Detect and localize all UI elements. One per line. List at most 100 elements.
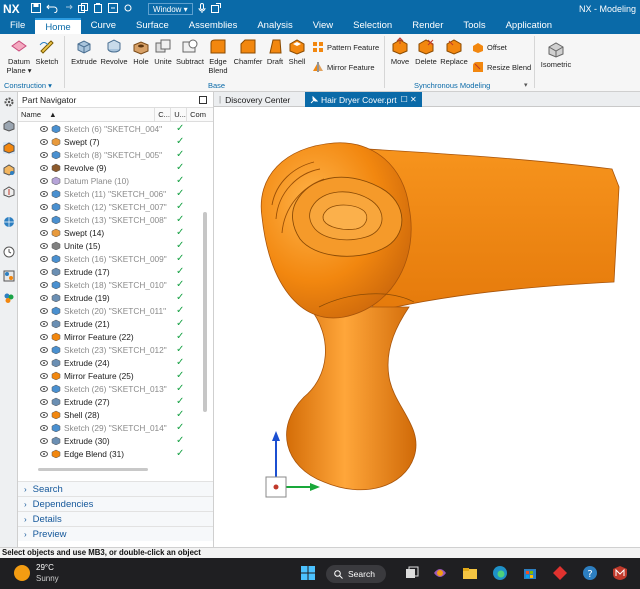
group-expand-arrow-icon[interactable]: ▾ (524, 81, 528, 89)
column-header-comment[interactable]: Com (187, 108, 213, 121)
web-browser-icon[interactable] (3, 216, 15, 228)
chamfer-button[interactable]: Chamfer (232, 37, 264, 66)
visibility-eye-icon[interactable] (40, 268, 48, 275)
touch-mode-icon[interactable] (123, 3, 133, 15)
datum-plane-button[interactable]: Datum Plane ▾ (4, 37, 34, 75)
feature-row[interactable]: Extrude (30) ✓ (18, 434, 208, 447)
feature-row[interactable]: Extrude (17) ✓ (18, 265, 208, 278)
popout-icon[interactable] (210, 2, 221, 15)
move-face-button[interactable]: Move (388, 37, 412, 66)
feature-row[interactable]: Unite (15) ✓ (18, 239, 208, 252)
window-menu[interactable]: Window ▾ (148, 2, 193, 15)
copilot-icon[interactable] (432, 565, 448, 581)
feature-row[interactable]: Extrude (27) ✓ (18, 395, 208, 408)
expand-chevron-icon[interactable]: › (24, 515, 27, 524)
feature-row[interactable]: Sketch (20) "SKETCH_011" ✓ (18, 304, 208, 317)
feature-row[interactable]: Sketch (6) "SKETCH_004" ✓ (18, 122, 208, 135)
part-navigator-icon[interactable] (3, 142, 15, 154)
settings-gear-icon[interactable] (3, 96, 15, 108)
help-icon[interactable]: ? (582, 565, 598, 581)
tab-file[interactable]: File (0, 18, 35, 34)
hole-button[interactable]: Hole (130, 37, 152, 66)
visibility-eye-icon[interactable] (40, 151, 48, 158)
feature-row[interactable]: Sketch (29) "SKETCH_014" ✓ (18, 421, 208, 434)
visibility-eye-icon[interactable] (40, 294, 48, 301)
subtract-button[interactable]: Subtract (175, 37, 205, 66)
feature-row[interactable]: Sketch (8) "SKETCH_005" ✓ (18, 148, 208, 161)
save-icon[interactable] (31, 2, 41, 15)
visibility-eye-icon[interactable] (40, 424, 48, 431)
roles-icon[interactable] (3, 292, 15, 304)
app-red-diamond-icon[interactable] (552, 565, 568, 581)
feature-row[interactable]: Extrude (21) ✓ (18, 317, 208, 330)
visibility-eye-icon[interactable] (40, 138, 48, 145)
voice-icon[interactable] (198, 2, 206, 15)
file-explorer-icon[interactable] (462, 565, 478, 581)
feature-row[interactable]: Sketch (13) "SKETCH_008" ✓ (18, 213, 208, 226)
resize-blend-button[interactable]: Resize Blend (472, 61, 531, 73)
visibility-eye-icon[interactable] (40, 190, 48, 197)
undo-icon[interactable] (46, 3, 58, 15)
visibility-eye-icon[interactable] (40, 385, 48, 392)
visibility-eye-icon[interactable] (40, 125, 48, 132)
section-details[interactable]: › Details (18, 511, 213, 526)
redo-icon[interactable] (63, 3, 73, 15)
copy-icon[interactable] (78, 2, 88, 15)
visibility-eye-icon[interactable] (40, 255, 48, 262)
visibility-eye-icon[interactable] (40, 177, 48, 184)
repeat-command-icon[interactable] (108, 2, 118, 15)
replace-face-button[interactable]: Replace (440, 37, 468, 66)
graphics-window[interactable] (214, 107, 640, 547)
feature-row[interactable]: Datum Plane (10) ✓ (18, 174, 208, 187)
expand-chevron-icon[interactable]: › (24, 485, 27, 494)
system-materials-icon[interactable] (3, 270, 15, 282)
visibility-eye-icon[interactable] (40, 307, 48, 314)
tab-discovery-center[interactable]: | Discovery Center (214, 92, 295, 107)
visibility-eye-icon[interactable] (40, 450, 48, 457)
reuse-library-icon[interactable] (3, 186, 15, 198)
visibility-eye-icon[interactable] (40, 229, 48, 236)
unite-button[interactable]: Unite (152, 37, 174, 66)
tab-assemblies[interactable]: Assemblies (179, 18, 248, 34)
tab-application[interactable]: Application (496, 18, 562, 34)
paste-icon[interactable] (93, 2, 103, 15)
tab-view[interactable]: View (303, 18, 343, 34)
section-dependencies[interactable]: › Dependencies (18, 496, 213, 511)
edge-browser-icon[interactable] (492, 565, 508, 581)
weather-sun-icon[interactable] (14, 565, 30, 581)
feature-row[interactable]: Edge Blend (31) ✓ (18, 447, 208, 460)
section-search[interactable]: › Search (18, 481, 213, 496)
draft-button[interactable]: Draft (264, 37, 286, 66)
extrude-button[interactable]: Extrude (70, 37, 98, 66)
offset-region-button[interactable]: Offset (472, 41, 507, 53)
maximize-panel-icon[interactable] (199, 96, 207, 104)
column-header-uptodate[interactable]: U... (171, 108, 188, 121)
column-header-current[interactable]: C... (155, 108, 172, 121)
mcafee-icon[interactable] (612, 565, 628, 581)
tab-curve[interactable]: Curve (81, 18, 126, 34)
mirror-feature-button[interactable]: Mirror Feature (312, 61, 375, 73)
hair-dryer-model[interactable] (214, 107, 640, 547)
constraint-navigator-icon[interactable] (3, 164, 15, 176)
sketch-button[interactable]: Sketch (34, 37, 60, 66)
feature-row[interactable]: Swept (14) ✓ (18, 226, 208, 239)
feature-row[interactable]: Sketch (26) "SKETCH_013" ✓ (18, 382, 208, 395)
visibility-eye-icon[interactable] (40, 203, 48, 210)
expand-chevron-icon[interactable]: › (24, 500, 27, 509)
feature-row[interactable]: Mirror Feature (22) ✓ (18, 330, 208, 343)
scrollbar-thumb[interactable] (203, 212, 207, 412)
revolve-button[interactable]: Revolve (100, 37, 128, 66)
section-preview[interactable]: › Preview (18, 526, 213, 541)
construction-group-label[interactable]: Construction ▾ (4, 81, 52, 90)
tab-tools[interactable]: Tools (453, 18, 495, 34)
windows-start-icon[interactable] (300, 565, 316, 581)
tab-close-controls[interactable]: ☐ ✕ (401, 95, 417, 104)
tab-home[interactable]: Home (35, 18, 81, 34)
task-view-icon[interactable] (404, 565, 420, 581)
visibility-eye-icon[interactable] (40, 281, 48, 288)
feature-row[interactable]: Sketch (23) "SKETCH_012" ✓ (18, 343, 208, 356)
tab-render[interactable]: Render (402, 18, 453, 34)
microsoft-store-icon[interactable] (522, 565, 538, 581)
visibility-eye-icon[interactable] (40, 359, 48, 366)
feature-row[interactable]: Mirror Feature (25) ✓ (18, 369, 208, 382)
